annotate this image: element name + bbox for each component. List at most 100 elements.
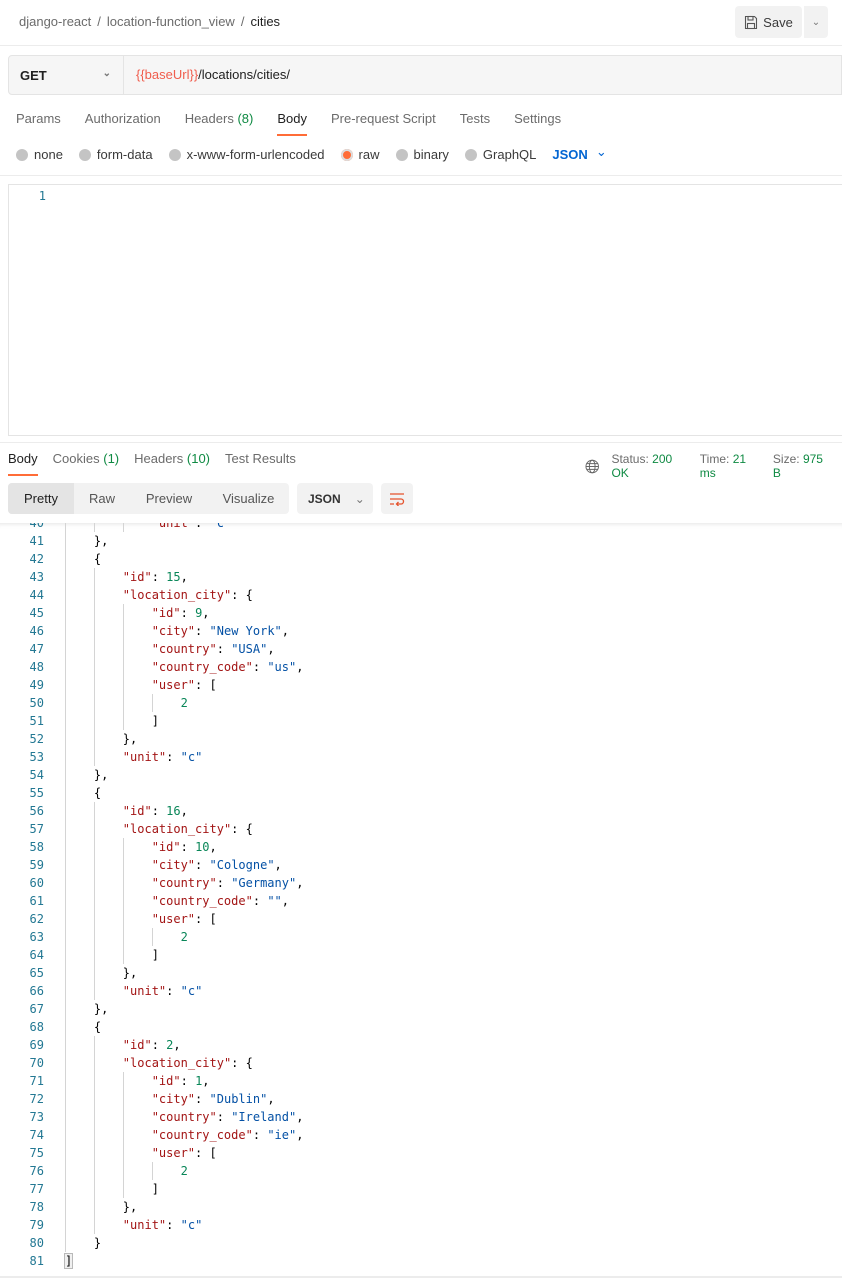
line-number: 47 <box>29 642 44 656</box>
radio-GraphQL[interactable]: GraphQL <box>464 147 536 162</box>
radio-binary[interactable]: binary <box>395 147 449 162</box>
response-tab-cookies[interactable]: Cookies (1) <box>53 451 119 476</box>
line-number: 78 <box>29 1200 44 1214</box>
indent-guide <box>122 523 124 532</box>
radio-x-www-form-urlencoded[interactable]: x-www-form-urlencoded <box>168 147 325 162</box>
url-input[interactable]: {{baseUrl}}/locations/cities/ <box>136 67 290 82</box>
tab-label: Body <box>277 111 307 126</box>
code-line: 65}, <box>0 964 842 982</box>
save-icon <box>745 15 758 29</box>
breadcrumb-folder[interactable]: location-function_view <box>107 14 235 29</box>
view-raw[interactable]: Raw <box>74 483 130 514</box>
line-number: 57 <box>29 822 44 836</box>
tab-tests[interactable]: Tests <box>460 111 490 136</box>
tab-params[interactable]: Params <box>16 111 61 136</box>
code-line: 59 "city": "Cologne", <box>0 856 842 874</box>
line-number: 81 <box>29 1254 44 1268</box>
format-value: JSON <box>552 147 588 162</box>
save-button[interactable]: Save <box>735 6 802 38</box>
indent-guide <box>93 1180 95 1198</box>
code-line: 42 { <box>0 550 842 568</box>
line-number: 63 <box>29 930 44 944</box>
line-number: 54 <box>29 768 44 782</box>
indent-guide <box>122 622 124 640</box>
method-select[interactable]: GET ⌄ <box>9 56 124 94</box>
indent-guide <box>151 928 153 946</box>
line-number: 71 <box>29 1074 44 1088</box>
breadcrumb-current[interactable]: cities <box>250 14 280 29</box>
response-time: Time: 21 ms <box>699 452 747 480</box>
body-format-select[interactable]: JSON ⌄ <box>552 144 606 162</box>
view-preview[interactable]: Preview <box>130 483 208 514</box>
globe-icon[interactable] <box>585 459 599 474</box>
code-text: "city": "New York", <box>151 624 289 638</box>
indent-guide <box>65 1180 66 1198</box>
indent-guide <box>93 1072 95 1090</box>
code-line: 45 "id": 9, <box>0 604 842 622</box>
line-number: 80 <box>29 1236 44 1250</box>
code-text: "id": 2, <box>122 1038 181 1052</box>
code-line: 43 "id": 15, <box>0 568 842 586</box>
code-text: }, <box>122 1200 138 1214</box>
code-text: "country_code": "us", <box>151 660 304 674</box>
radio-circle-icon <box>168 148 181 161</box>
save-options-button[interactable]: ⌄ <box>804 6 828 38</box>
radio-none[interactable]: none <box>16 147 63 162</box>
line-number: 43 <box>29 570 44 584</box>
tab-label: Cookies <box>52 451 100 466</box>
tab-settings[interactable]: Settings <box>514 111 561 136</box>
tab-headers[interactable]: Headers (8) <box>185 111 254 136</box>
code-text: "unit": "c" <box>151 523 232 530</box>
indent-guide <box>65 694 66 712</box>
code-line: 69 "id": 2, <box>0 1036 842 1054</box>
code-text: }, <box>93 1002 109 1016</box>
wrap-lines-button[interactable] <box>381 483 413 514</box>
line-number: 79 <box>29 1218 44 1232</box>
request-body-editor[interactable]: 1 <box>8 184 842 436</box>
radio-raw[interactable]: raw <box>340 147 380 162</box>
tab-pre-request-script[interactable]: Pre-request Script <box>331 111 436 136</box>
indent-guide <box>93 838 95 856</box>
response-format-select[interactable]: JSON ⌄ <box>297 483 373 514</box>
line-number: 64 <box>29 948 44 962</box>
radio-label: raw <box>358 147 380 162</box>
line-number: 73 <box>29 1110 44 1124</box>
line-number: 56 <box>29 804 44 818</box>
breadcrumb-collection[interactable]: django-react <box>19 14 91 29</box>
code-line: 60 "country": "Germany", <box>0 874 842 892</box>
radio-circle-icon <box>395 148 408 161</box>
response-body-viewer[interactable]: 40 "unit": "c" 41}, 42 {43 "id": 15, 44 "locati… <box>0 523 842 1273</box>
response-tab-body[interactable]: Body <box>8 451 38 476</box>
response-tab-test-results[interactable]: Test Results <box>225 451 296 476</box>
tab-body[interactable]: Body <box>277 111 307 136</box>
tab-authorization[interactable]: Authorization <box>85 111 161 136</box>
indent-guide <box>65 1144 66 1162</box>
response-tab-headers[interactable]: Headers (10) <box>134 451 210 476</box>
indent-guide <box>93 856 95 874</box>
code-text: "country": "Germany", <box>151 876 304 890</box>
view-visualize[interactable]: Visualize <box>208 483 289 514</box>
indent-guide <box>65 1000 66 1018</box>
indent-guide <box>93 586 95 604</box>
indent-guide <box>151 1162 153 1180</box>
code-text: 2 <box>180 696 188 710</box>
indent-guide <box>65 1234 66 1252</box>
indent-guide <box>122 1108 124 1126</box>
code-line: 46 "city": "New York", <box>0 622 842 640</box>
indent-guide <box>93 1198 95 1216</box>
indent-guide <box>122 640 124 658</box>
code-line: 51] <box>0 712 842 730</box>
radio-form-data[interactable]: form-data <box>78 147 153 162</box>
code-text: "user": [ <box>151 678 217 692</box>
line-number: 51 <box>29 714 44 728</box>
request-tabs: Params Authorization Headers (8) Body Pre-re… <box>16 111 585 136</box>
indent-guide <box>65 604 66 622</box>
code-line: 47 "country": "USA", <box>0 640 842 658</box>
code-text: "id": 9, <box>151 606 210 620</box>
line-number: 69 <box>29 1038 44 1052</box>
chevron-down-icon: ⌄ <box>102 68 111 79</box>
view-pretty[interactable]: Pretty <box>8 483 74 514</box>
code-line: 73 "country": "Ireland", <box>0 1108 842 1126</box>
line-number: 48 <box>29 660 44 674</box>
indent-guide <box>65 1018 66 1036</box>
